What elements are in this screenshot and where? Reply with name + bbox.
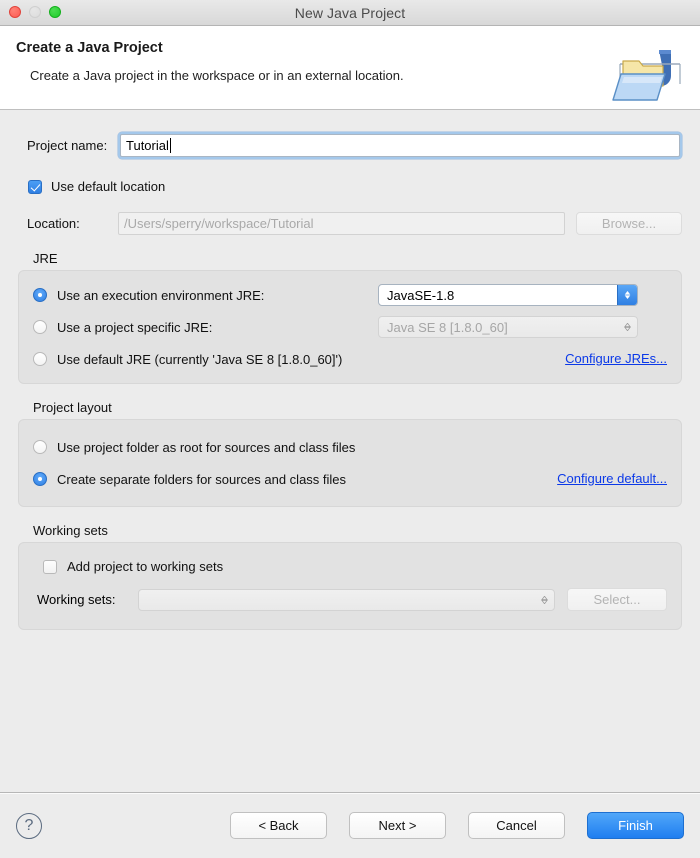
wizard-body: Project name: Tutorial Use default locat… [0,110,700,792]
java-project-folder-icon [604,44,690,108]
working-sets-combo[interactable] [138,588,555,611]
jre-group-title: JRE [33,251,58,266]
jre-execution-environment-label: Use an execution environment JRE: [57,287,265,303]
jre-group: JRE Use an execution environment JRE: Ja… [18,251,682,384]
project-specific-jre-combo[interactable]: Java SE 8 [1.8.0_60] [378,316,638,338]
page-title: Create a Java Project [16,40,163,56]
help-icon[interactable]: ? [16,812,42,839]
jre-default-label: Use default JRE (currently 'Java SE 8 [1… [57,351,343,367]
project-name-focus-ring: Tutorial [118,132,682,159]
project-name-value: Tutorial [126,138,169,153]
window-titlebar: New Java Project [0,0,700,26]
working-sets-group: Working sets Add project to working sets… [18,523,682,630]
select-working-sets-button[interactable]: Select... [567,588,667,611]
back-button[interactable]: < Back [230,812,327,839]
jre-default-radio[interactable] [33,352,47,366]
text-caret [169,138,171,153]
working-sets-group-box: Add project to working sets Working sets… [18,542,682,630]
execution-environment-value: JavaSE-1.8 [387,287,455,303]
combo-chevron-down-icon[interactable] [618,317,637,337]
location-row: Location: /Users/sperry/workspace/Tutori… [18,212,682,235]
zoom-button[interactable] [49,6,61,18]
configure-default-link[interactable]: Configure default... [557,471,667,486]
jre-project-specific-label: Use a project specific JRE: [57,319,213,335]
project-name-label: Project name: [27,138,108,153]
working-sets-chevron-icon[interactable] [535,590,554,610]
configure-jres-link[interactable]: Configure JREs... [565,351,667,366]
combo-stepper-icon[interactable] [617,285,637,305]
add-project-to-working-sets-label: Add project to working sets [67,559,224,574]
wizard-header: Create a Java Project Create a Java proj… [0,26,700,110]
use-default-location-checkbox[interactable] [28,179,42,194]
use-default-location-label: Use default location [51,179,166,194]
project-name-input[interactable]: Tutorial [120,134,680,157]
cancel-button[interactable]: Cancel [468,812,565,839]
layout-option-project-folder-root[interactable]: Use project folder as root for sources a… [33,436,667,458]
project-specific-jre-value: Java SE 8 [1.8.0_60] [387,319,508,335]
jre-execution-environment-radio[interactable] [33,288,47,302]
finish-button[interactable]: Finish [587,812,684,839]
location-input[interactable]: /Users/sperry/workspace/Tutorial [118,212,565,235]
layout-separate-folders-label: Create separate folders for sources and … [57,471,347,487]
jre-option-default[interactable]: Use default JRE (currently 'Java SE 8 [1… [33,347,667,371]
jre-option-project-specific[interactable]: Use a project specific JRE: Java SE 8 [1… [33,315,667,339]
project-layout-group-title: Project layout [33,400,112,415]
location-label: Location: [27,216,80,231]
jre-group-box: Use an execution environment JRE: JavaSE… [18,270,682,384]
project-name-row: Project name: Tutorial [18,132,682,159]
project-layout-group-box: Use project folder as root for sources a… [18,419,682,507]
browse-button[interactable]: Browse... [576,212,682,235]
add-project-to-working-sets-row[interactable]: Add project to working sets [33,559,667,574]
execution-environment-combo[interactable]: JavaSE-1.8 [378,284,638,306]
layout-separate-folders-radio[interactable] [33,472,47,486]
dialog-footer: ? < Back Next > Cancel Finish [0,792,700,858]
window-controls [9,6,61,18]
layout-project-folder-root-radio[interactable] [33,440,47,454]
working-sets-row: Working sets: Select... [33,588,667,611]
layout-option-separate-folders[interactable]: Create separate folders for sources and … [33,468,667,490]
layout-project-folder-root-label: Use project folder as root for sources a… [57,439,356,455]
page-description: Create a Java project in the workspace o… [30,68,404,83]
next-button[interactable]: Next > [349,812,446,839]
project-layout-group: Project layout Use project folder as roo… [18,400,682,507]
close-button[interactable] [9,6,21,18]
working-sets-group-title: Working sets [33,523,108,538]
use-default-location-row[interactable]: Use default location [18,179,682,194]
jre-project-specific-radio[interactable] [33,320,47,334]
jre-option-execution-environment[interactable]: Use an execution environment JRE: JavaSE… [33,283,667,307]
working-sets-label: Working sets: [37,592,116,607]
minimize-button[interactable] [29,6,41,18]
window-title: New Java Project [294,4,406,21]
add-project-to-working-sets-checkbox[interactable] [43,559,57,574]
new-java-project-dialog: New Java Project Create a Java Project C… [0,0,700,858]
